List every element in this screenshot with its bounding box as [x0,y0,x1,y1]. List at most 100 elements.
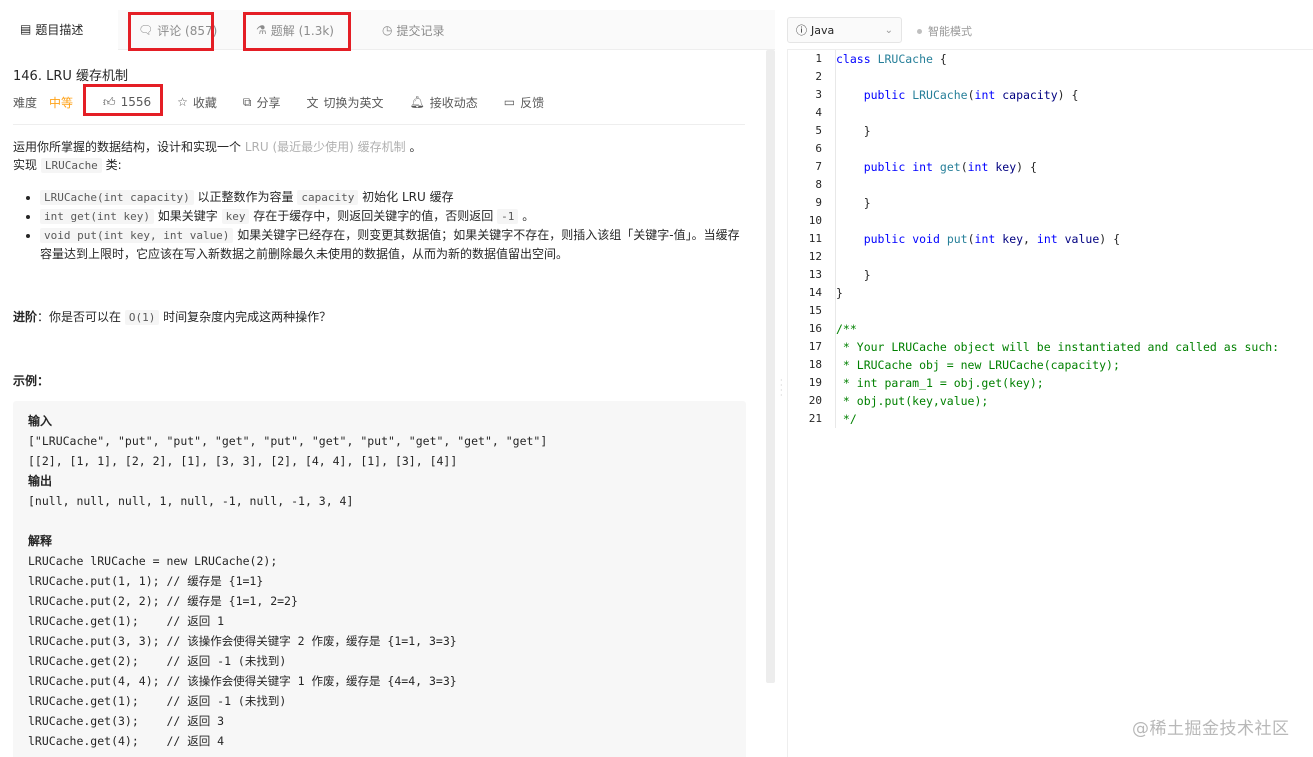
code-line[interactable] [836,68,1306,86]
advanced-text: 时间复杂度内完成这两种操作？ [159,310,332,324]
line-number: 2 [815,70,822,83]
tab-description-label: 题目描述 [35,22,84,37]
list-item: int get(int key) 如果关键字 key 存在于缓存中，则返回关键字… [40,207,745,226]
problem-title: 146. LRU 缓存机制 [13,69,129,84]
like-count: 1556 [120,95,152,109]
code-line[interactable]: public int get(int key) { [836,158,1306,176]
example-section-label: 输入 [28,414,53,428]
code-line[interactable]: } [836,284,1306,302]
meta-divider [13,124,745,125]
list-item: LRUCache(int capacity) 以正整数作为容量 capacity… [40,188,745,207]
list-item: void put(int key, int value) 如果关键字已经存在，则… [40,226,745,263]
smart-mode-label: 智能模式 [928,25,972,38]
language-select[interactable]: ⓘ Java ⌄ [787,17,902,43]
code-line[interactable] [836,248,1306,266]
share-button[interactable]: ⧉ 分享 [243,94,281,111]
code-line[interactable]: } [836,122,1306,140]
code-line[interactable]: * int param_1 = obj.get(key); [836,374,1306,392]
line-number: 1 [815,52,822,65]
lru-link[interactable]: LRU (最近最少使用) 缓存机制 [245,140,406,154]
notify-button[interactable]: 🔔︎ 接收动态 [410,94,478,111]
description-text: 运用你所掌握的数据结构，设计和实现一个 [13,140,245,154]
line-number: 15 [808,304,822,317]
document-icon: ▤ [20,22,32,36]
advanced-label: 进阶 [13,310,38,324]
gutter-divider [835,50,836,428]
code-line[interactable] [836,104,1306,122]
line-number-gutter: 1 2 3 4 5 6 7 8 9 10 11 12 13 14 15 16 17 18 19 20 21 [788,50,830,428]
code-line[interactable]: * obj.put(key,value); [836,392,1306,410]
example-line: lRUCache.get(3); // 返回 3 [28,714,225,728]
line-number: 5 [815,124,822,137]
example-line: lRUCache.put(3, 3); // 该操作会使得关键字 2 作废，缓存… [28,634,457,648]
inline-code: int get(int key) [40,209,154,224]
highlight-box-comments [128,12,214,51]
code-line[interactable]: } [836,194,1306,212]
code-line[interactable]: * Your LRUCache object will be instantia… [836,338,1306,356]
feedback-button[interactable]: ▭ 反馈 [504,94,544,111]
code-line[interactable]: */ [836,410,1306,428]
example-heading: 示例： [13,374,50,388]
code-line[interactable] [836,212,1306,230]
tab-description[interactable]: ▤ 题目描述 [0,10,118,50]
example-line: lRUCache.get(1); // 返回 1 [28,614,225,628]
collect-label: 收藏 [192,95,217,110]
code-line[interactable]: /** [836,320,1306,338]
editor-toolbar: ⓘ Java ⌄ 智能模式 [787,10,1313,50]
line-number: 12 [808,250,822,263]
problem-tab-bar: ▤ 题目描述 🗨 评论 (857) ⚗ 题解 (1.3k) ◷ 提交记录 [0,10,775,50]
example-line: ["LRUCache", "put", "put", "get", "put",… [28,434,548,448]
advanced-text: ：你是否可以在 [37,310,125,324]
example-line: lRUCache.put(2, 2); // 缓存是 {1=1, 2=2} [28,594,298,608]
list-text: 存在于缓存中，则返回关键字的值，否则返回 [249,209,498,223]
line-number: 13 [808,268,822,281]
example-line: lRUCache.get(2); // 返回 -1 (未找到) [28,654,287,668]
code-content[interactable]: class LRUCache { public LRUCache(int cap… [836,50,1306,428]
example-line: lRUCache.get(4); // 返回 4 [28,734,225,748]
bell-icon: 🔔︎ [409,95,425,109]
example-block: 输入 ["LRUCache", "put", "put", "get", "put… [13,401,746,757]
example-section-label: 输出 [28,474,53,488]
tab-submissions[interactable]: ◷ 提交记录 [382,10,445,50]
problem-panel: 146. LRU 缓存机制 难度 中等 👍︎ 1556 ☆ 收藏 ⧉ 分享 文 … [0,50,765,757]
example-line [28,511,731,531]
notify-label: 接收动态 [429,95,478,110]
code-editor[interactable]: 1 2 3 4 5 6 7 8 9 10 11 12 13 14 15 16 17 18 19 20 21 class … [787,50,1313,757]
code-line[interactable] [836,302,1306,320]
description-line-1: 运用你所掌握的数据结构，设计和实现一个 LRU (最近最少使用) 缓存机制 。 [13,138,748,156]
inline-code: O(1) [124,310,160,325]
code-line[interactable]: public LRUCache(int capacity) { [836,86,1306,104]
tab-submissions-label: 提交记录 [396,23,445,38]
list-text: 。 [518,209,535,223]
inline-code: LRUCache [40,158,102,173]
advanced-note: 进阶：你是否可以在 O(1) 时间复杂度内完成这两种操作？ [13,308,331,325]
code-line[interactable] [836,176,1306,194]
example-line: lRUCache.put(1, 1); // 缓存是 {1=1} [28,574,264,588]
code-line[interactable]: * LRUCache obj = new LRUCache(capacity); [836,356,1306,374]
switch-language-button[interactable]: 文 切换为英文 [307,94,384,111]
difficulty-label: 难度 [13,95,38,110]
thumbs-up-icon: 👍︎ [103,94,116,109]
line-number: 7 [815,160,822,173]
line-number: 20 [808,394,822,407]
code-line[interactable]: } [836,266,1306,284]
method-list: LRUCache(int capacity) 以正整数作为容量 capacity… [40,188,745,263]
code-line[interactable] [836,140,1306,158]
example-line: LRUCache lRUCache = new LRUCache(2); [28,554,278,568]
code-line[interactable]: public void put(int key, int value) { [836,230,1306,248]
example-line: [null, null, null, 1, null, -1, null, -1… [28,494,354,508]
resize-handle-icon[interactable]: · · · · [780,377,784,400]
line-number: 18 [808,358,822,371]
panel-scrollbar[interactable] [766,50,775,683]
feedback-icon: ▭ [503,95,516,109]
line-number: 17 [808,340,822,353]
like-button[interactable]: 👍︎ 1556 [103,95,151,110]
language-value: Java [811,23,835,37]
line-number: 19 [808,376,822,389]
smart-mode-toggle[interactable]: 智能模式 [917,23,972,39]
collect-button[interactable]: ☆ 收藏 [177,94,217,111]
inline-code: key [221,209,250,224]
example-line: lRUCache.put(4, 4); // 该操作会使得关键字 1 作废，缓存… [28,674,457,688]
code-line[interactable]: class LRUCache { [836,50,1306,68]
description-line-2: 实现 LRUCache 类: [13,156,748,175]
